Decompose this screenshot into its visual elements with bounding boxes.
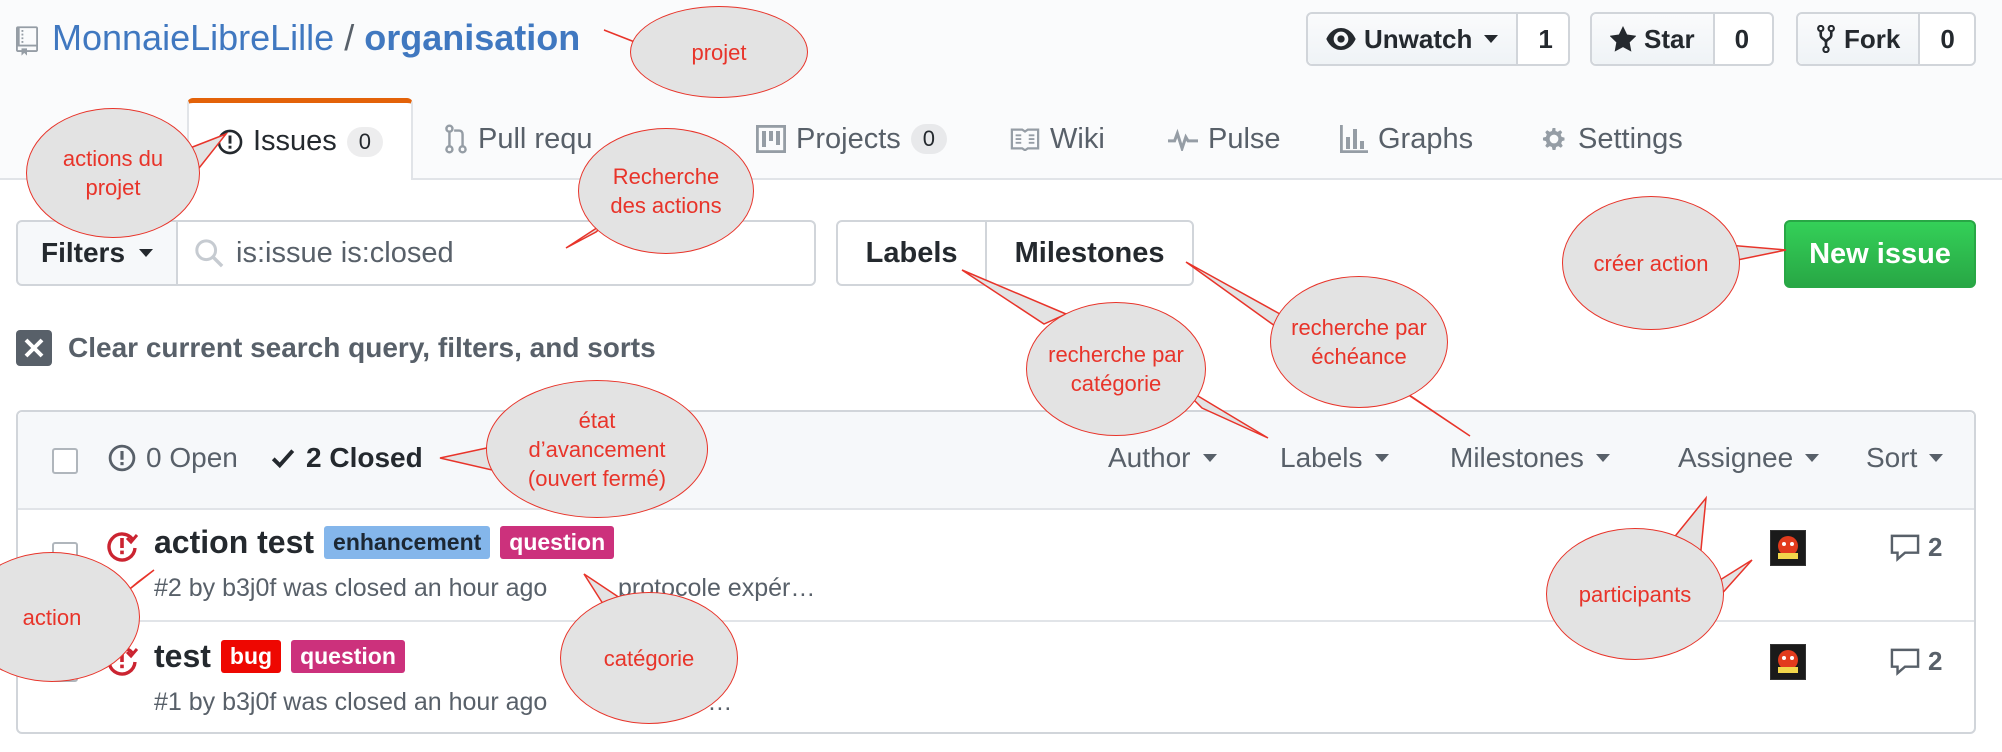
annotation-recherche-categorie: recherche par catégorie [1026,302,1206,436]
annotation-recherche-line1: Recherche [612,164,720,189]
annotation-projet: projet [630,6,808,98]
annotation-recherche-echeance: recherche par échéance [1270,276,1448,408]
annotation-etat-line1: état [578,407,616,433]
annotation-categorie-line1: recherche par [1048,342,1184,367]
annotation-participants: participants [1546,528,1724,660]
callout-tail-categorie-1 [961,269,1068,325]
annotation-creer-action: créer action [1562,196,1740,330]
callout-tail-echeance-1 [1185,261,1288,336]
annotation-categorie-line2: catégorie [1070,371,1162,396]
annotation-echeance-line1: recherche par [1291,315,1427,340]
annotation-callouts [125,29,1787,620]
annotation-etat-line3: (ouvert fermé) [527,465,667,491]
annotation-actions-line1: actions du [62,146,164,171]
annotation-actions-line2: projet [85,175,141,200]
annotation-etat-avancement: état d’avancement (ouvert fermé) [486,380,708,518]
annotation-echeance-line2: échéance [1311,344,1407,369]
annotation-categorie: catégorie [560,592,738,724]
annotation-recherche-actions: Recherche des actions [578,128,754,254]
annotation-actions-du-projet: actions du projet [26,108,200,238]
annotation-etat-line2: d’avancement [528,436,666,462]
annotation-recherche-line2: des actions [610,193,722,218]
